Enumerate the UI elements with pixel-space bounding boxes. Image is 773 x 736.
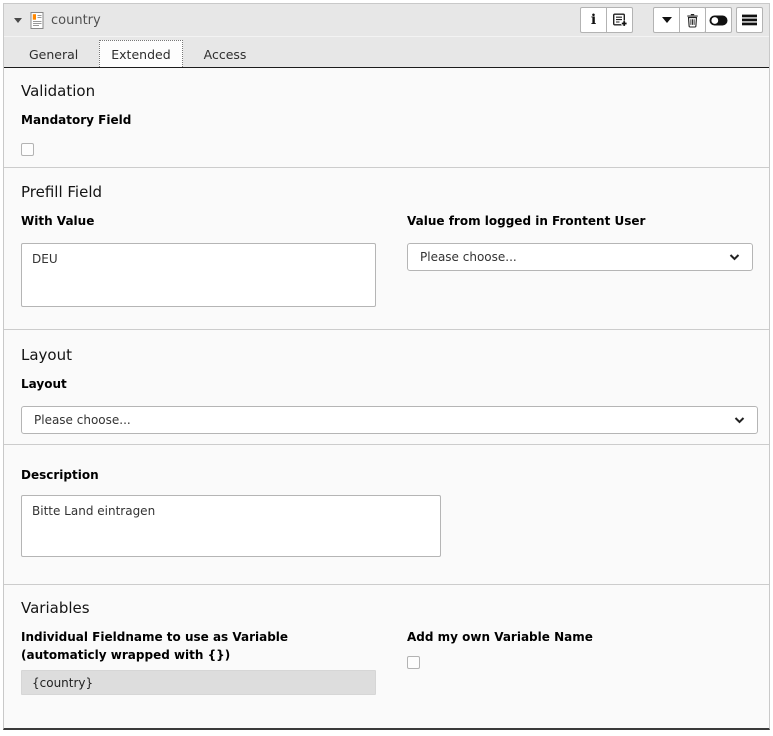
description-section: Description Bitte Land eintragen (4, 444, 769, 584)
trash-icon (686, 13, 699, 28)
layout-select[interactable]: Please choose... (21, 406, 758, 434)
with-value-textarea[interactable]: DEU (21, 243, 376, 307)
tab-content: Validation Mandatory Field Prefill Field… (4, 68, 769, 712)
validation-section: Validation Mandatory Field (4, 68, 769, 167)
variables-section: Variables Individual Fieldname to use as… (4, 584, 769, 712)
drag-button-group (736, 7, 763, 33)
hide-toggle-button[interactable] (705, 7, 732, 33)
info-button-group: i (580, 7, 633, 33)
chevron-down-icon (734, 417, 745, 424)
layout-select-value: Please choose... (34, 413, 131, 427)
with-value-label: With Value (21, 212, 376, 230)
move-dropdown-button[interactable] (653, 7, 680, 33)
tab-extended[interactable]: Extended (99, 40, 182, 67)
tab-bar: General Extended Access (4, 37, 769, 68)
own-variable-label: Add my own Variable Name (407, 628, 753, 646)
layout-heading: Layout (21, 346, 753, 364)
prefill-heading: Prefill Field (21, 183, 753, 201)
new-element-icon (612, 13, 628, 28)
variables-heading: Variables (21, 599, 753, 617)
delete-button[interactable] (679, 7, 706, 33)
fe-user-select[interactable]: Please choose... (407, 243, 753, 271)
own-variable-checkbox[interactable] (407, 656, 420, 669)
element-type-icon (30, 12, 44, 29)
mandatory-field-label: Mandatory Field (21, 111, 753, 129)
drag-handle-button[interactable] (736, 7, 763, 33)
description-textarea[interactable]: Bitte Land eintragen (21, 495, 441, 557)
layout-section: Layout Layout Please choose... (4, 329, 769, 444)
fieldname-label-line1: Individual Fieldname to use as Variable (21, 628, 376, 646)
tab-access[interactable]: Access (192, 40, 259, 67)
form-element-panel: country i (3, 3, 770, 730)
toggle-icon (709, 15, 728, 26)
tab-general[interactable]: General (17, 40, 90, 67)
actions-button-group (653, 7, 732, 33)
fe-user-select-value: Please choose... (420, 250, 517, 264)
header-bar: country i (4, 4, 769, 37)
validation-heading: Validation (21, 82, 753, 100)
caret-down-icon (662, 17, 672, 23)
variable-fieldname-input (21, 670, 376, 695)
info-icon: i (591, 13, 596, 27)
element-title: country (51, 13, 101, 28)
mandatory-field-checkbox[interactable] (21, 143, 34, 156)
collapse-caret-icon[interactable] (14, 18, 22, 23)
new-element-after-button[interactable] (606, 7, 633, 33)
prefill-section: Prefill Field With Value DEU Value from … (4, 167, 769, 329)
description-label: Description (21, 466, 753, 484)
chevron-down-icon (729, 254, 740, 261)
info-button[interactable]: i (580, 7, 607, 33)
fe-user-label: Value from logged in Frontent User (407, 212, 753, 230)
layout-label: Layout (21, 375, 753, 393)
toolbar: i (580, 7, 763, 33)
fieldname-label-line2: (automaticly wrapped with {}) (21, 646, 376, 664)
drag-handle-icon (742, 14, 757, 26)
